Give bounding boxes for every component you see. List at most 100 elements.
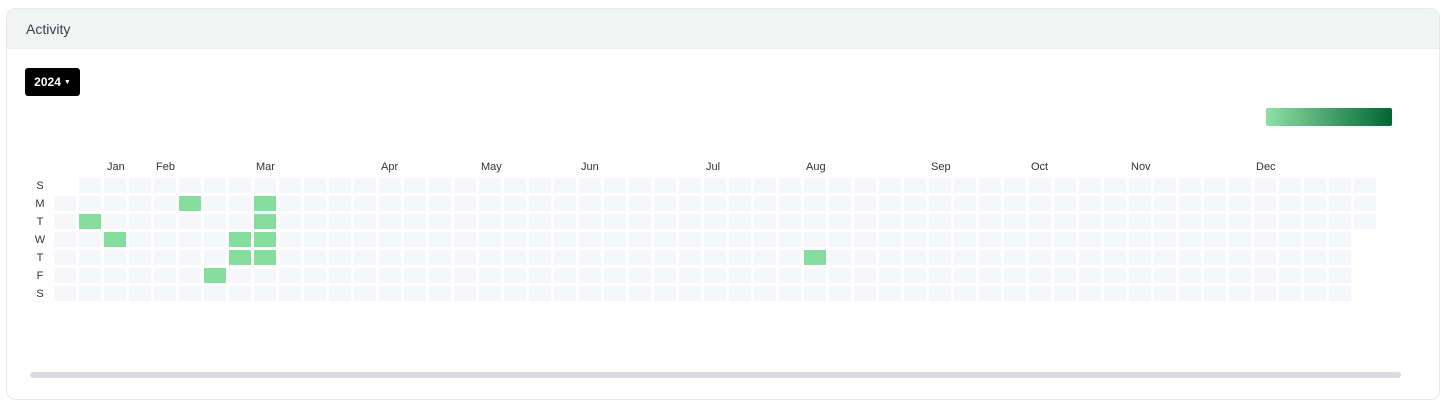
day-cell[interactable] xyxy=(129,268,151,283)
day-cell[interactable] xyxy=(529,214,551,229)
day-cell[interactable] xyxy=(79,250,101,265)
day-cell[interactable] xyxy=(704,268,726,283)
day-cell[interactable] xyxy=(1079,178,1101,193)
day-cell[interactable] xyxy=(479,268,501,283)
day-cell[interactable] xyxy=(204,214,226,229)
day-cell[interactable] xyxy=(504,178,526,193)
day-cell[interactable] xyxy=(1179,268,1201,283)
day-cell[interactable] xyxy=(504,286,526,301)
day-cell[interactable] xyxy=(1204,196,1226,211)
day-cell[interactable] xyxy=(754,196,776,211)
day-cell[interactable] xyxy=(729,214,751,229)
day-cell[interactable] xyxy=(954,286,976,301)
day-cell[interactable] xyxy=(454,178,476,193)
day-cell[interactable] xyxy=(1254,286,1276,301)
day-cell[interactable] xyxy=(1054,250,1076,265)
day-cell[interactable] xyxy=(679,232,701,247)
day-cell[interactable] xyxy=(879,268,901,283)
day-cell[interactable] xyxy=(979,232,1001,247)
day-cell[interactable] xyxy=(1304,286,1326,301)
day-cell[interactable] xyxy=(679,178,701,193)
day-cell[interactable] xyxy=(479,178,501,193)
day-cell[interactable] xyxy=(829,268,851,283)
day-cell[interactable] xyxy=(1179,214,1201,229)
day-cell[interactable] xyxy=(404,286,426,301)
day-cell[interactable] xyxy=(329,232,351,247)
day-cell[interactable] xyxy=(954,214,976,229)
day-cell[interactable] xyxy=(354,214,376,229)
day-cell[interactable] xyxy=(879,214,901,229)
day-cell[interactable] xyxy=(729,232,751,247)
day-cell[interactable] xyxy=(904,214,926,229)
day-cell[interactable] xyxy=(1129,232,1151,247)
day-cell[interactable] xyxy=(54,214,76,229)
day-cell[interactable] xyxy=(154,214,176,229)
day-cell[interactable] xyxy=(854,268,876,283)
day-cell[interactable] xyxy=(1304,268,1326,283)
day-cell[interactable] xyxy=(104,178,126,193)
day-cell[interactable] xyxy=(554,268,576,283)
day-cell[interactable] xyxy=(479,196,501,211)
day-cell[interactable] xyxy=(929,232,951,247)
day-cell[interactable] xyxy=(254,178,276,193)
day-cell[interactable] xyxy=(104,196,126,211)
day-cell[interactable] xyxy=(979,214,1001,229)
day-cell[interactable] xyxy=(129,250,151,265)
day-cell[interactable] xyxy=(179,178,201,193)
day-cell[interactable] xyxy=(604,268,626,283)
day-cell[interactable] xyxy=(604,250,626,265)
day-cell[interactable] xyxy=(579,214,601,229)
day-cell[interactable] xyxy=(1079,214,1101,229)
day-cell[interactable] xyxy=(754,214,776,229)
day-cell[interactable] xyxy=(479,214,501,229)
day-cell[interactable] xyxy=(1104,268,1126,283)
day-cell[interactable] xyxy=(1029,232,1051,247)
day-cell[interactable] xyxy=(1054,268,1076,283)
day-cell[interactable] xyxy=(754,250,776,265)
day-cell[interactable] xyxy=(1179,250,1201,265)
day-cell[interactable] xyxy=(529,250,551,265)
day-cell[interactable] xyxy=(429,268,451,283)
day-cell[interactable] xyxy=(629,250,651,265)
day-cell[interactable] xyxy=(1304,232,1326,247)
day-cell[interactable] xyxy=(954,268,976,283)
day-cell[interactable] xyxy=(379,214,401,229)
day-cell[interactable] xyxy=(1229,178,1251,193)
day-cell[interactable] xyxy=(504,232,526,247)
day-cell[interactable] xyxy=(79,268,101,283)
day-cell[interactable] xyxy=(404,214,426,229)
day-cell[interactable] xyxy=(1004,214,1026,229)
day-cell[interactable] xyxy=(1104,250,1126,265)
day-cell[interactable] xyxy=(954,178,976,193)
day-cell[interactable] xyxy=(879,178,901,193)
day-cell[interactable] xyxy=(704,250,726,265)
day-cell[interactable] xyxy=(329,268,351,283)
day-cell[interactable] xyxy=(479,250,501,265)
day-cell[interactable] xyxy=(529,286,551,301)
day-cell[interactable] xyxy=(654,196,676,211)
day-cell[interactable] xyxy=(379,268,401,283)
day-cell[interactable] xyxy=(229,268,251,283)
day-cell[interactable] xyxy=(1229,268,1251,283)
day-cell[interactable] xyxy=(204,178,226,193)
day-cell[interactable] xyxy=(179,286,201,301)
day-cell[interactable] xyxy=(779,196,801,211)
day-cell[interactable] xyxy=(854,286,876,301)
day-cell[interactable] xyxy=(1029,250,1051,265)
day-cell[interactable] xyxy=(1004,232,1026,247)
day-cell[interactable] xyxy=(604,178,626,193)
day-cell-active[interactable] xyxy=(104,232,126,247)
day-cell[interactable] xyxy=(404,268,426,283)
day-cell[interactable] xyxy=(454,232,476,247)
day-cell[interactable] xyxy=(354,232,376,247)
day-cell[interactable] xyxy=(1329,250,1351,265)
day-cell[interactable] xyxy=(154,286,176,301)
day-cell[interactable] xyxy=(904,286,926,301)
day-cell[interactable] xyxy=(104,214,126,229)
day-cell[interactable] xyxy=(354,178,376,193)
day-cell[interactable] xyxy=(304,178,326,193)
day-cell[interactable] xyxy=(229,214,251,229)
day-cell[interactable] xyxy=(1004,286,1026,301)
day-cell[interactable] xyxy=(1004,196,1026,211)
day-cell[interactable] xyxy=(329,214,351,229)
